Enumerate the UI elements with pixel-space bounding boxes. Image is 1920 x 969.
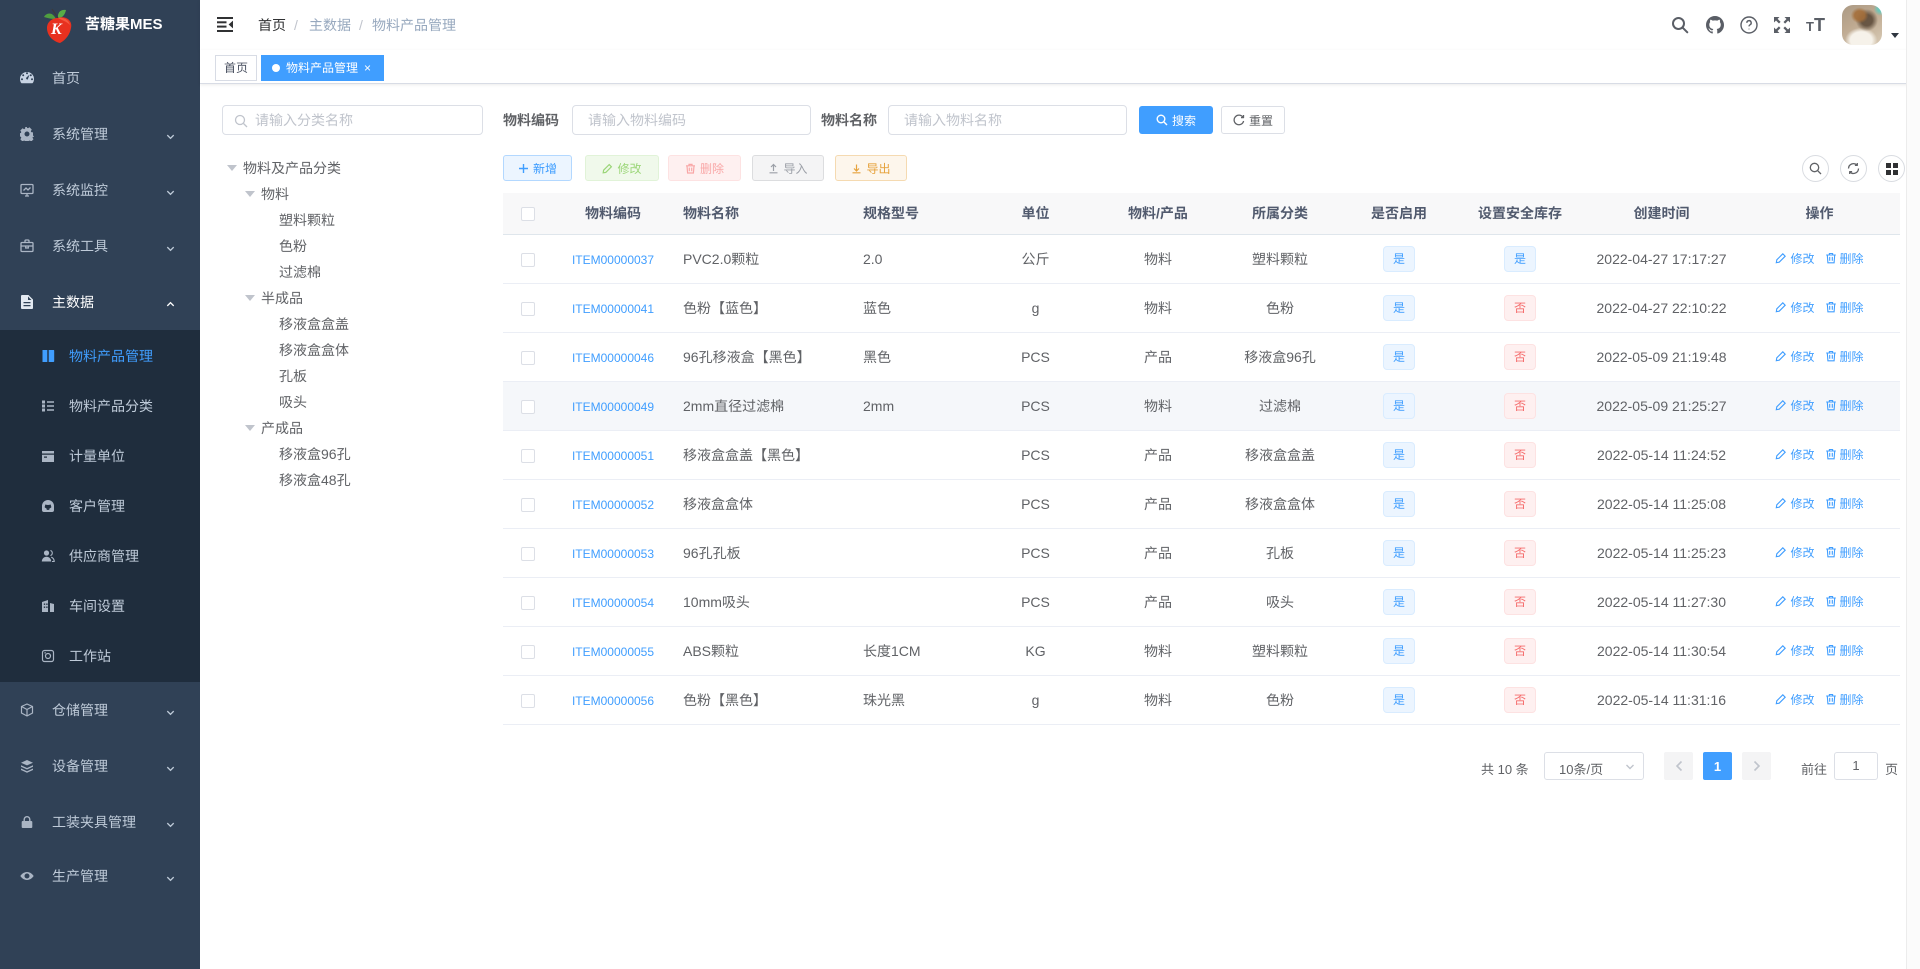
svg-text:T: T <box>1814 16 1825 34</box>
svg-text:K: K <box>50 21 63 38</box>
svg-text:T: T <box>1806 19 1814 34</box>
